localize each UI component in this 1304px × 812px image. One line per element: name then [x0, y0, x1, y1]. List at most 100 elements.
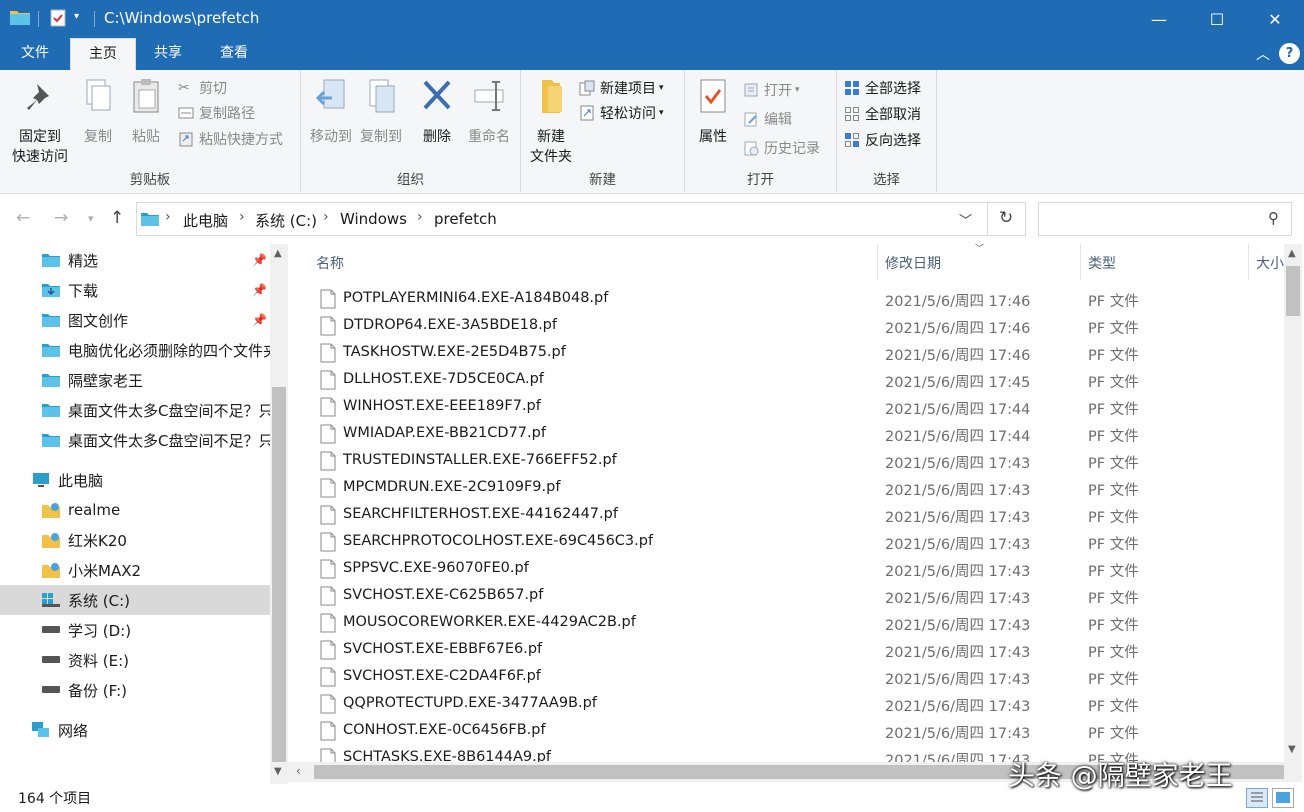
this-pc-item[interactable]: 此电脑 [0, 465, 270, 495]
device-item[interactable]: 小米MAX2 [0, 555, 270, 585]
quick-access-item[interactable]: 桌面文件太多C盘空间不足？只 [0, 425, 270, 455]
history-button[interactable]: 历史记录 [743, 137, 820, 159]
column-divider[interactable] [1080, 244, 1081, 280]
tab-home[interactable]: 主页 [70, 38, 136, 70]
breadcrumb-this-pc[interactable]: 此电脑 [183, 210, 228, 231]
copy-path-button[interactable]: 复制路径 [178, 102, 255, 124]
details-view-button[interactable] [1246, 788, 1268, 808]
select-none-button[interactable]: 全部取消 [844, 103, 921, 125]
file-row[interactable]: DTDROP64.EXE-3A5BDE18.pf 2021/5/6/周四 17:4… [288, 313, 1284, 340]
quick-access-item[interactable]: 精选 📌 [0, 245, 270, 275]
file-row[interactable]: SVCHOST.EXE-C625B657.pf 2021/5/6/周四 17:43… [288, 583, 1284, 610]
device-item[interactable]: 备份 (F:) [0, 675, 270, 705]
copy-button[interactable]: 复制 [78, 76, 118, 146]
properties-button[interactable]: 属性 [691, 76, 735, 146]
pin-to-quick-access-button[interactable]: 固定到 快速访问 [6, 76, 74, 166]
file-row[interactable]: SVCHOST.EXE-C2DA4F6F.pf 2021/5/6/周四 17:43… [288, 664, 1284, 691]
chevron-right-icon[interactable]: › [323, 209, 329, 225]
file-row[interactable]: TRUSTEDINSTALLER.EXE-766EFF52.pf 2021/5/6… [288, 448, 1284, 475]
column-header-name[interactable]: 名称 [316, 253, 344, 273]
device-item[interactable]: 学习 (D:) [0, 615, 270, 645]
column-divider[interactable] [877, 244, 878, 280]
paste-button[interactable]: 粘贴 [126, 76, 166, 146]
cut-button[interactable]: ✂ 剪切 [178, 77, 227, 99]
quick-access-item[interactable]: 电脑优化必须删除的四个文件夹 [0, 335, 270, 365]
address-dropdown-icon[interactable]: ﹀ [959, 210, 972, 229]
quick-access-item[interactable]: 下载 📌 [0, 275, 270, 305]
select-all-button[interactable]: 全部选择 [844, 77, 921, 99]
chevron-right-icon[interactable]: › [165, 209, 171, 225]
address-bar[interactable]: › 此电脑 › 系统 (C:) › Windows › prefetch ﹀ ↻ [136, 202, 1026, 236]
breadcrumb-windows[interactable]: Windows [340, 210, 407, 228]
refresh-icon[interactable]: ↻ [999, 208, 1013, 228]
easy-access-button[interactable]: 轻松访问 ▾ [579, 102, 664, 124]
up-arrow-icon[interactable]: ↑ [110, 208, 124, 228]
file-row[interactable]: WMIADAP.EXE-BB21CD77.pf 2021/5/6/周四 17:44… [288, 421, 1284, 448]
search-box[interactable]: ⚲ [1038, 202, 1292, 236]
new-folder-button[interactable]: 新建 文件夹 [525, 76, 577, 166]
chevron-right-icon[interactable]: › [239, 209, 245, 225]
new-item-button[interactable]: 新建项目 ▾ [579, 77, 664, 99]
breadcrumb-system-c[interactable]: 系统 (C:) [255, 210, 317, 231]
ribbon-collapse-icon[interactable]: ︿ [1256, 44, 1270, 64]
column-header-type[interactable]: 类型 [1088, 253, 1116, 273]
file-row[interactable]: SEARCHFILTERHOST.EXE-44162447.pf 2021/5/6… [288, 502, 1284, 529]
column-header-size[interactable]: 大小 [1256, 253, 1284, 273]
tab-view[interactable]: 查看 [204, 38, 264, 70]
scrollbar-thumb[interactable] [1286, 266, 1300, 316]
help-icon[interactable]: ? [1279, 43, 1300, 64]
delete-button[interactable]: 删除 [417, 76, 457, 146]
search-icon[interactable]: ⚲ [1268, 209, 1279, 227]
large-icons-view-button[interactable] [1272, 788, 1294, 808]
quick-access-item[interactable]: 桌面文件太多C盘空间不足？只 [0, 395, 270, 425]
network-item[interactable]: 网络 [0, 715, 270, 745]
scroll-up-arrow-icon[interactable]: ▲ [274, 248, 282, 259]
navigation-pane: 精选 📌 下载 📌 图文创作 📌 电脑优化必须删除的四个文件夹 隔壁家老王 桌面… [0, 244, 270, 784]
scroll-up-arrow-icon[interactable]: ▲ [1288, 248, 1296, 259]
device-item[interactable]: 资料 (E:) [0, 645, 270, 675]
close-button[interactable]: ✕ [1246, 0, 1304, 38]
device-item[interactable]: realme [0, 495, 270, 525]
maximize-button[interactable]: ☐ [1188, 0, 1246, 38]
file-row[interactable]: SPPSVC.EXE-96070FE0.pf 2021/5/6/周四 17:43 P… [288, 556, 1284, 583]
back-arrow-icon[interactable]: ← [16, 208, 30, 228]
forward-arrow-icon[interactable]: → [54, 208, 68, 228]
nav-pane-scrollbar[interactable]: ▲ ▼ [270, 244, 288, 784]
file-row[interactable]: MOUSOCOREWORKER.EXE-4429AC2B.pf 2021/5/6/… [288, 610, 1284, 637]
column-header-date[interactable]: 修改日期 [885, 253, 941, 273]
scrollbar-thumb[interactable] [272, 387, 286, 762]
open-button[interactable]: 打开 ▾ [743, 79, 800, 101]
file-row[interactable]: TASKHOSTW.EXE-2E5D4B75.pf 2021/5/6/周四 17:… [288, 340, 1284, 367]
rename-button[interactable]: 重命名 [461, 76, 517, 146]
scroll-down-arrow-icon[interactable]: ▼ [274, 766, 282, 777]
file-row[interactable]: QQPROTECTUPD.EXE-3477AA9B.pf 2021/5/6/周四 … [288, 691, 1284, 718]
file-row[interactable]: SVCHOST.EXE-EBBF67E6.pf 2021/5/6/周四 17:43… [288, 637, 1284, 664]
edit-button[interactable]: 编辑 [743, 108, 792, 130]
quick-access-dropdown-icon[interactable]: ▾ [74, 11, 79, 22]
file-row[interactable]: POTPLAYERMINI64.EXE-A184B048.pf 2021/5/6/… [288, 286, 1284, 313]
scroll-down-arrow-icon[interactable]: ▼ [1288, 744, 1296, 755]
quick-access-item[interactable]: 隔壁家老王 [0, 365, 270, 395]
file-row[interactable]: WINHOST.EXE-EEE189F7.pf 2021/5/6/周四 17:44… [288, 394, 1284, 421]
file-row[interactable]: SEARCHPROTOCOLHOST.EXE-69C456C3.pf 2021/5… [288, 529, 1284, 556]
move-to-button[interactable]: 移动到 [305, 76, 357, 146]
minimize-button[interactable]: — [1130, 0, 1188, 38]
device-item[interactable]: 红米K20 [0, 525, 270, 555]
copy-to-button[interactable]: 复制到 [355, 76, 407, 146]
scroll-left-arrow-icon[interactable]: ‹ [296, 764, 301, 778]
chevron-right-icon[interactable]: › [417, 209, 423, 225]
paste-shortcut-button[interactable]: 粘贴快捷方式 [178, 128, 283, 150]
quick-access-item[interactable]: 图文创作 📌 [0, 305, 270, 335]
file-list-scrollbar[interactable]: ▲ ▼ [1284, 244, 1302, 762]
properties-quick-icon[interactable] [50, 9, 66, 27]
file-row[interactable]: DLLHOST.EXE-7D5CE0CA.pf 2021/5/6/周四 17:45… [288, 367, 1284, 394]
recent-locations-chevron-icon[interactable]: ▾ [88, 212, 94, 225]
file-row[interactable]: CONHOST.EXE-0C6456FB.pf 2021/5/6/周四 17:43… [288, 718, 1284, 745]
invert-selection-button[interactable]: 反向选择 [844, 129, 921, 151]
column-divider[interactable] [1248, 244, 1249, 280]
file-row[interactable]: MPCMDRUN.EXE-2C9109F9.pf 2021/5/6/周四 17:4… [288, 475, 1284, 502]
breadcrumb-prefetch[interactable]: prefetch [434, 210, 497, 228]
tab-file[interactable]: 文件 [0, 38, 70, 70]
tab-share[interactable]: 共享 [138, 38, 198, 70]
device-item-selected[interactable]: 系统 (C:) [0, 585, 270, 615]
